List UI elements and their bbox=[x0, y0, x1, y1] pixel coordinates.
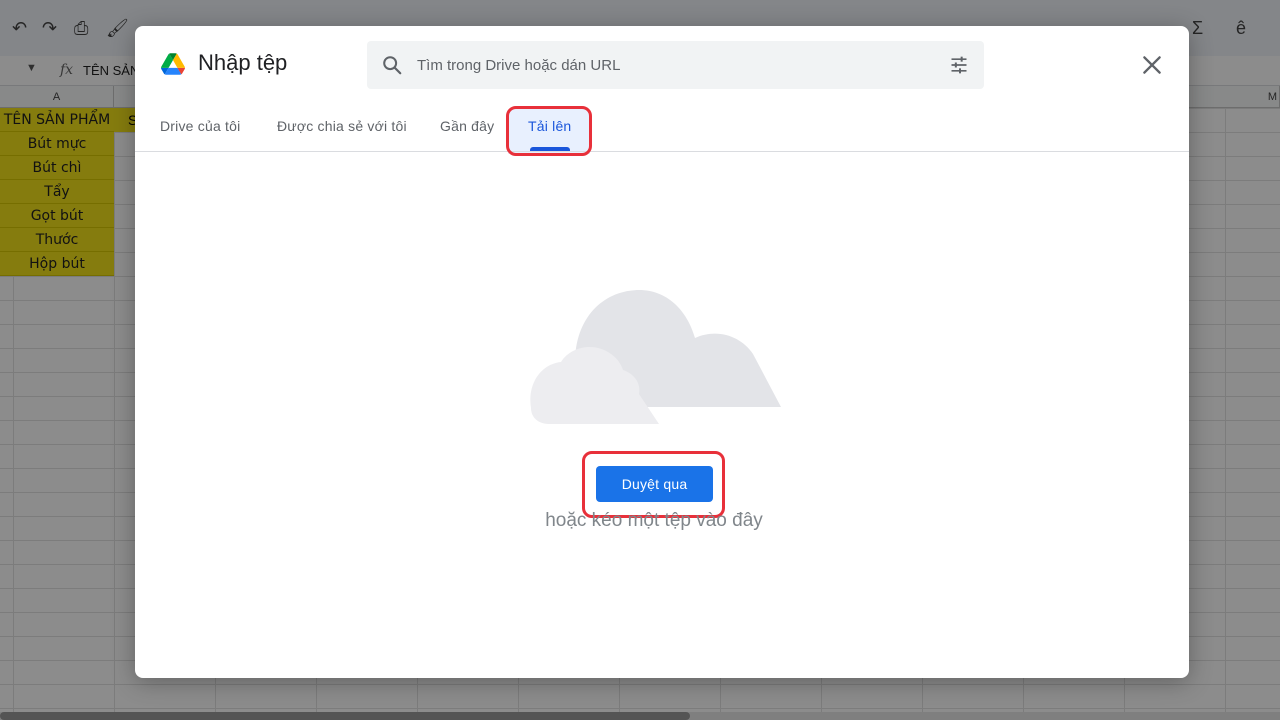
active-tab-indicator bbox=[530, 147, 570, 151]
tab-shared-with-me[interactable]: Được chia sẻ với tôi bbox=[277, 104, 407, 152]
cloud-illustration bbox=[530, 290, 781, 424]
dialog-title: Nhập tệp bbox=[198, 50, 288, 75]
drag-drop-hint: hoặc kéo một tệp vào đây bbox=[545, 510, 763, 531]
import-file-dialog: Nhập tệp Drive của tôi Được chia sẻ với … bbox=[135, 26, 1189, 678]
tab-bar: Drive của tôi Được chia sẻ với tôi Gần đ… bbox=[135, 104, 1189, 152]
search-input[interactable] bbox=[417, 41, 937, 89]
google-drive-logo bbox=[161, 53, 185, 75]
search-icon[interactable] bbox=[381, 54, 403, 76]
browse-button[interactable]: Duyệt qua bbox=[596, 466, 713, 502]
tab-upload[interactable]: Tải lên bbox=[528, 104, 571, 152]
tune-icon[interactable] bbox=[949, 55, 969, 75]
tab-my-drive[interactable]: Drive của tôi bbox=[160, 104, 240, 152]
tab-recent[interactable]: Gần đây bbox=[440, 104, 494, 152]
close-icon[interactable] bbox=[1139, 52, 1165, 78]
search-box bbox=[367, 41, 984, 89]
